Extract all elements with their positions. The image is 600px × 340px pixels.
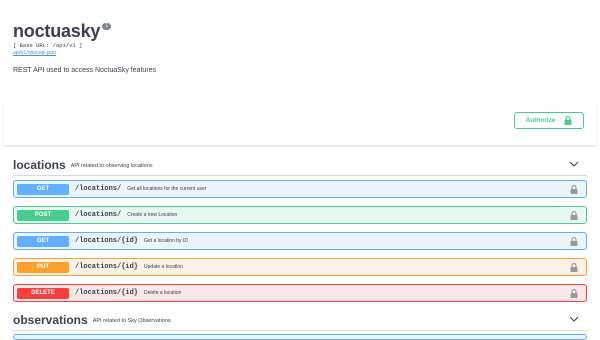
operation-path: /locations/ [75, 185, 122, 193]
tag-header-locations[interactable]: locations API related to observing locat… [13, 155, 587, 176]
api-info: noctuasky 1 [ Base URL: /api/v1 ] api/v1… [13, 20, 112, 57]
operation-summary: Get a location by ID [144, 238, 188, 244]
lock-icon[interactable] [570, 289, 578, 298]
authorize-button[interactable]: Authorize [514, 112, 584, 129]
version-badge: 1 [102, 23, 112, 30]
lock-icon[interactable] [570, 237, 578, 246]
operation-path: /locations/{id} [75, 263, 139, 271]
operation-path: /locations/ [75, 211, 122, 219]
operation-summary: Create a new Location [127, 212, 178, 218]
operation-delete-location[interactable]: DELETE /locations/{id} Delete a location [13, 284, 587, 302]
operation-put-location[interactable]: PUT /locations/{id} Update a location [13, 258, 587, 276]
lock-icon[interactable] [570, 185, 578, 194]
operation-summary: Get all locations for the current user [127, 186, 207, 192]
method-badge: DELETE [17, 287, 69, 299]
tag-name: locations [13, 158, 66, 172]
chevron-down-icon[interactable] [569, 314, 579, 324]
method-badge: PUT [17, 261, 69, 273]
lock-icon[interactable] [570, 263, 578, 272]
operation-post-locations[interactable]: POST /locations/ Create a new Location [13, 206, 587, 224]
operation-get-location-by-id[interactable]: GET /locations/{id} Get a location by ID [13, 232, 587, 250]
operation-path: /locations/{id} [75, 289, 139, 297]
method-badge: GET [17, 235, 69, 247]
scheme-container: Authorize [4, 101, 596, 145]
operation-peek[interactable] [13, 334, 587, 340]
authorize-label: Authorize [525, 117, 556, 124]
tag-name: observations [13, 313, 88, 327]
operation-get-locations[interactable]: GET /locations/ Get all locations for th… [13, 180, 587, 198]
base-url: [ Base URL: /api/v1 ] [13, 42, 83, 49]
api-title: noctuasky [13, 21, 101, 41]
tag-description: API related to Sky Observations [92, 318, 171, 324]
method-badge: GET [17, 183, 69, 195]
chevron-down-icon[interactable] [569, 159, 579, 169]
tag-description: API related to observing locations [70, 163, 153, 169]
title-row: noctuasky 1 [13, 20, 112, 42]
lock-icon[interactable] [570, 211, 578, 220]
operation-summary: Update a location [144, 264, 183, 270]
method-badge: POST [17, 209, 69, 221]
lock-icon [564, 116, 572, 125]
operation-summary: Delete a location [144, 290, 182, 296]
spec-link[interactable]: api/v1/openapi.json [13, 50, 111, 57]
api-description: REST API used to access NoctuaSky featur… [13, 67, 157, 74]
operation-path: /locations/{id} [75, 237, 139, 245]
tag-header-observations[interactable]: observations API related to Sky Observat… [13, 310, 587, 331]
